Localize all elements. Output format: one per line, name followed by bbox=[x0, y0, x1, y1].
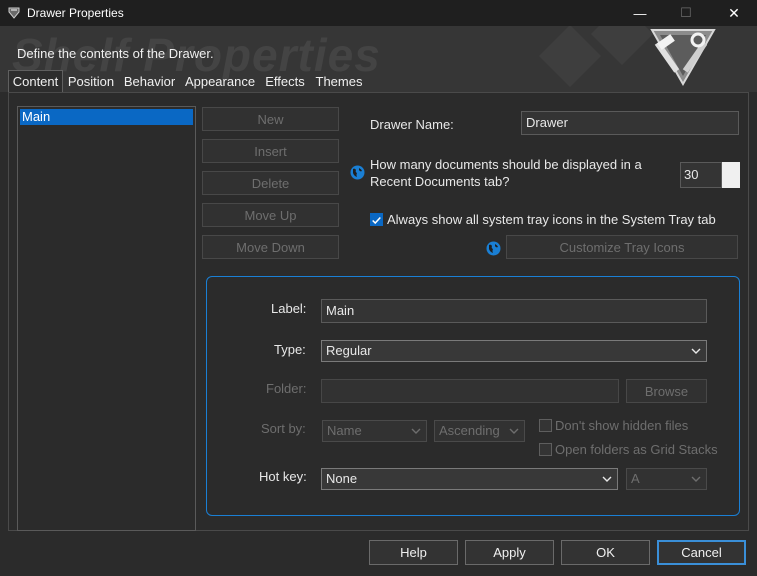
list-item[interactable]: Main bbox=[20, 109, 193, 125]
recent-docs-spinner[interactable] bbox=[722, 162, 740, 188]
new-button[interactable]: New bbox=[202, 107, 339, 131]
move-down-button[interactable]: Move Down bbox=[202, 235, 339, 259]
sort-field-value: Name bbox=[327, 423, 362, 438]
tab-label: Themes bbox=[315, 73, 363, 89]
sort-order-dropdown[interactable]: Ascending bbox=[434, 420, 525, 442]
hotkey-key-dropdown[interactable]: A bbox=[626, 468, 707, 490]
customize-tray-icons-button[interactable]: Customize Tray Icons bbox=[506, 235, 738, 259]
tab-label: Appearance bbox=[184, 73, 256, 89]
tab-behavior[interactable]: Behavior bbox=[121, 70, 178, 92]
minimize-button[interactable]: — bbox=[617, 0, 663, 26]
sort-by-label: Sort by: bbox=[261, 421, 306, 436]
drawer-list[interactable]: Main bbox=[17, 106, 196, 531]
maximize-button[interactable]: ☐ bbox=[663, 0, 709, 26]
help-button[interactable]: Help bbox=[369, 540, 458, 565]
hotkey-value: None bbox=[326, 471, 358, 486]
globe-icon bbox=[486, 241, 501, 256]
close-button[interactable]: ✕ bbox=[711, 0, 757, 26]
delete-button[interactable]: Delete bbox=[202, 171, 339, 195]
grid-stacks-checkbox[interactable] bbox=[539, 443, 552, 456]
sort-order-value: Ascending bbox=[439, 423, 500, 438]
chevron-down-icon bbox=[691, 348, 701, 354]
tray-icons-checkbox[interactable] bbox=[370, 213, 383, 226]
browse-button[interactable]: Browse bbox=[626, 379, 707, 403]
hotkey-modifier-dropdown[interactable]: None bbox=[321, 468, 618, 490]
tab-label: Content bbox=[12, 74, 59, 89]
move-up-button[interactable]: Move Up bbox=[202, 203, 339, 227]
apply-button[interactable]: Apply bbox=[465, 540, 554, 565]
folder-label: Folder: bbox=[266, 381, 307, 396]
item-label-input[interactable]: Main bbox=[321, 299, 707, 323]
drawer-name-input[interactable]: Drawer bbox=[521, 111, 739, 135]
tab-label: Effects bbox=[265, 73, 305, 89]
tray-icons-label: Always show all system tray icons in the… bbox=[387, 212, 716, 227]
hidden-files-checkbox[interactable] bbox=[539, 419, 552, 432]
folder-input[interactable] bbox=[321, 379, 619, 403]
cancel-button[interactable]: Cancel bbox=[657, 540, 746, 565]
tab-position[interactable]: Position bbox=[65, 70, 117, 92]
grid-stacks-label: Open folders as Grid Stacks bbox=[555, 442, 718, 457]
tab-effects[interactable]: Effects bbox=[262, 70, 308, 92]
chevron-down-icon bbox=[411, 428, 421, 434]
hotkey-key-value: A bbox=[631, 471, 640, 486]
app-icon bbox=[8, 7, 20, 19]
ok-button[interactable]: OK bbox=[561, 540, 650, 565]
hidden-files-label: Don't show hidden files bbox=[555, 418, 689, 433]
chevron-down-icon bbox=[602, 476, 612, 482]
tab-content[interactable]: Content bbox=[8, 70, 63, 92]
hotkey-label: Hot key: bbox=[259, 469, 307, 484]
type-value: Regular bbox=[326, 343, 372, 358]
sort-field-dropdown[interactable]: Name bbox=[322, 420, 427, 442]
drawer-name-label: Drawer Name: bbox=[370, 117, 454, 132]
chevron-down-icon bbox=[691, 476, 701, 482]
type-dropdown[interactable]: Regular bbox=[321, 340, 707, 362]
tab-label: Behavior bbox=[123, 73, 176, 89]
banner-decoration bbox=[590, 26, 654, 66]
globe-icon bbox=[350, 165, 365, 180]
recent-docs-label-cont: Recent Documents tab? bbox=[370, 174, 510, 189]
hammer-wrench-logo bbox=[650, 29, 716, 86]
recent-docs-label: How many documents should be displayed i… bbox=[370, 157, 642, 172]
tab-label: Position bbox=[67, 73, 115, 89]
chevron-down-icon bbox=[509, 428, 519, 434]
banner-description: Define the contents of the Drawer. bbox=[17, 46, 214, 61]
title-bar: Drawer Properties — ☐ ✕ bbox=[0, 0, 757, 26]
type-label: Type: bbox=[274, 342, 306, 357]
window-title: Drawer Properties bbox=[27, 6, 124, 20]
checkmark-icon bbox=[372, 217, 381, 225]
item-label-label: Label: bbox=[271, 301, 307, 316]
tab-appearance[interactable]: Appearance bbox=[182, 70, 258, 92]
tab-themes[interactable]: Themes bbox=[312, 70, 366, 92]
insert-button[interactable]: Insert bbox=[202, 139, 339, 163]
recent-docs-count-input[interactable]: 30 bbox=[680, 162, 722, 188]
